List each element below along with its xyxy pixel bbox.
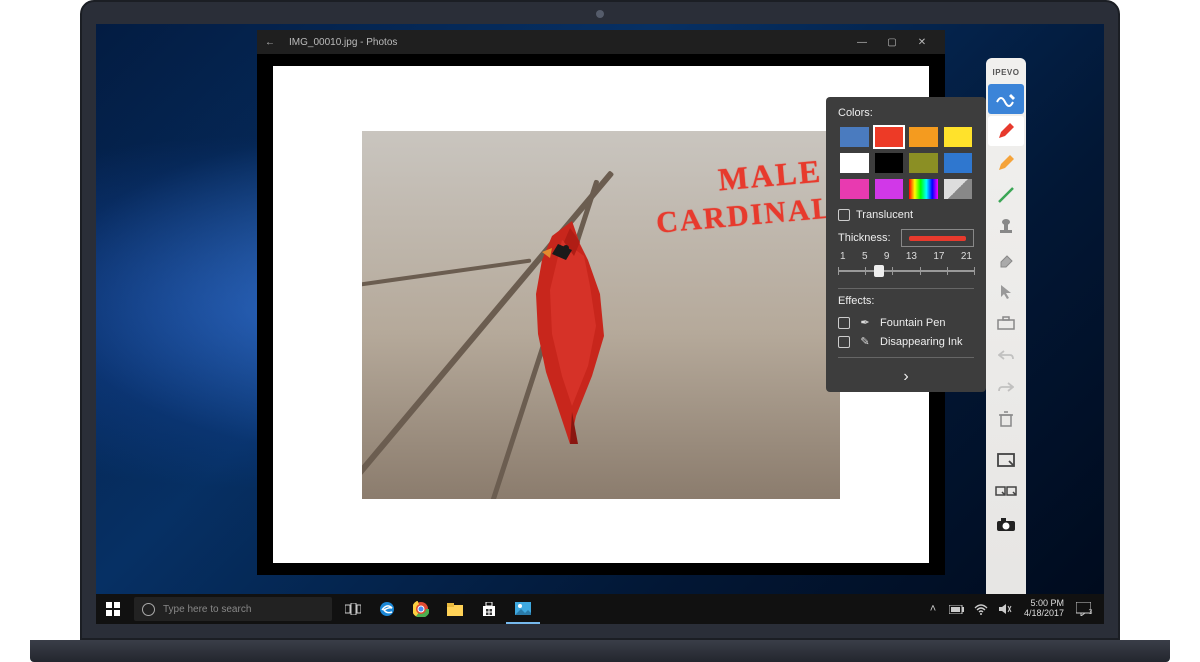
color-swatch[interactable] xyxy=(838,151,871,175)
undo-button[interactable] xyxy=(988,340,1024,370)
store-icon[interactable] xyxy=(472,594,506,624)
back-button[interactable]: ← xyxy=(265,37,275,48)
cortana-icon xyxy=(142,603,155,616)
fountain-pen-icon: ✒ xyxy=(858,316,872,329)
laptop-camera-icon xyxy=(596,10,604,18)
color-swatch[interactable] xyxy=(942,177,975,201)
translucent-checkbox[interactable] xyxy=(838,209,850,221)
color-swatch[interactable] xyxy=(838,125,871,149)
cardinal-bird-icon xyxy=(492,216,662,446)
color-swatch[interactable] xyxy=(942,125,975,149)
effects-label: Effects: xyxy=(838,295,974,307)
eraser-tool-button[interactable] xyxy=(988,244,1024,274)
laptop-frame: ← IMG_00010.jpg - Photos — ▢ ✕ xyxy=(80,0,1120,640)
disappearing-ink-label: Disappearing Ink xyxy=(880,336,963,348)
file-explorer-icon[interactable] xyxy=(438,594,472,624)
color-swatch[interactable] xyxy=(873,151,906,175)
translucent-label: Translucent xyxy=(856,209,913,221)
wifi-icon[interactable] xyxy=(970,594,992,624)
edge-icon[interactable] xyxy=(370,594,404,624)
color-swatch[interactable] xyxy=(907,151,940,175)
volume-icon[interactable] xyxy=(994,594,1016,624)
window-title: IMG_00010.jpg - Photos xyxy=(289,37,847,48)
panel-more-button[interactable]: › xyxy=(838,364,974,386)
toolbox-button[interactable] xyxy=(988,308,1024,338)
cursor-tool-button[interactable] xyxy=(988,276,1024,306)
battery-icon[interactable] xyxy=(946,594,968,624)
thickness-preview xyxy=(901,229,974,247)
taskbar-clock[interactable]: 5:00 PM 4/18/2017 xyxy=(1018,599,1070,619)
whiteboard-button[interactable] xyxy=(988,446,1024,476)
color-swatch[interactable] xyxy=(942,151,975,175)
color-swatch[interactable] xyxy=(873,177,906,201)
color-swatch[interactable] xyxy=(907,125,940,149)
task-view-button[interactable] xyxy=(336,594,370,624)
stamp-tool-button[interactable] xyxy=(988,212,1024,242)
pen-settings-panel: Colors: Translucent Thickness: xyxy=(826,97,986,392)
thickness-label: Thickness: xyxy=(838,232,891,244)
thickness-ticks: 159131721 xyxy=(838,251,974,262)
annotation-line-1: MALE xyxy=(717,152,824,198)
color-swatch[interactable] xyxy=(907,177,940,201)
annotation-sidebar: IPEVO xyxy=(986,58,1026,624)
sidebar-brand: IPEVO xyxy=(993,64,1020,83)
color-swatch[interactable] xyxy=(873,125,906,149)
highlighter-tool-button[interactable] xyxy=(988,148,1024,178)
start-button[interactable] xyxy=(96,594,130,624)
disappearing-ink-icon: ✎ xyxy=(858,335,872,348)
maximize-button[interactable]: ▢ xyxy=(877,32,907,52)
taskbar: Type here to search xyxy=(96,594,1104,624)
color-swatch[interactable] xyxy=(838,177,871,201)
trash-button[interactable] xyxy=(988,404,1024,434)
fountain-pen-label: Fountain Pen xyxy=(880,317,945,329)
photo-image: MALE CARDINAL xyxy=(362,131,840,499)
taskbar-search[interactable]: Type here to search xyxy=(134,597,332,621)
photos-taskbar-icon[interactable] xyxy=(506,594,540,624)
disappearing-ink-checkbox[interactable] xyxy=(838,336,850,348)
chrome-icon[interactable] xyxy=(404,594,438,624)
line-tool-button[interactable] xyxy=(988,180,1024,210)
thickness-slider[interactable] xyxy=(838,264,974,278)
camera-button[interactable] xyxy=(988,510,1024,540)
action-center-icon[interactable]: 3 xyxy=(1072,594,1098,624)
draw-mode-button[interactable] xyxy=(988,84,1024,114)
fountain-pen-checkbox[interactable] xyxy=(838,317,850,329)
tray-chevron-icon[interactable]: ˄ xyxy=(922,594,944,624)
close-button[interactable]: ✕ xyxy=(907,32,937,52)
annotation-line-2: CARDINAL xyxy=(655,191,835,240)
laptop-base xyxy=(30,640,1170,662)
multi-whiteboard-button[interactable] xyxy=(988,478,1024,508)
colors-label: Colors: xyxy=(838,107,974,119)
photos-titlebar: ← IMG_00010.jpg - Photos — ▢ ✕ xyxy=(257,30,945,54)
pen-tool-button[interactable] xyxy=(988,116,1024,146)
clock-date: 4/18/2017 xyxy=(1024,609,1064,619)
color-grid xyxy=(838,125,974,201)
screen: ← IMG_00010.jpg - Photos — ▢ ✕ xyxy=(96,24,1104,624)
minimize-button[interactable]: — xyxy=(847,32,877,52)
redo-button[interactable] xyxy=(988,372,1024,402)
search-placeholder: Type here to search xyxy=(163,604,251,615)
